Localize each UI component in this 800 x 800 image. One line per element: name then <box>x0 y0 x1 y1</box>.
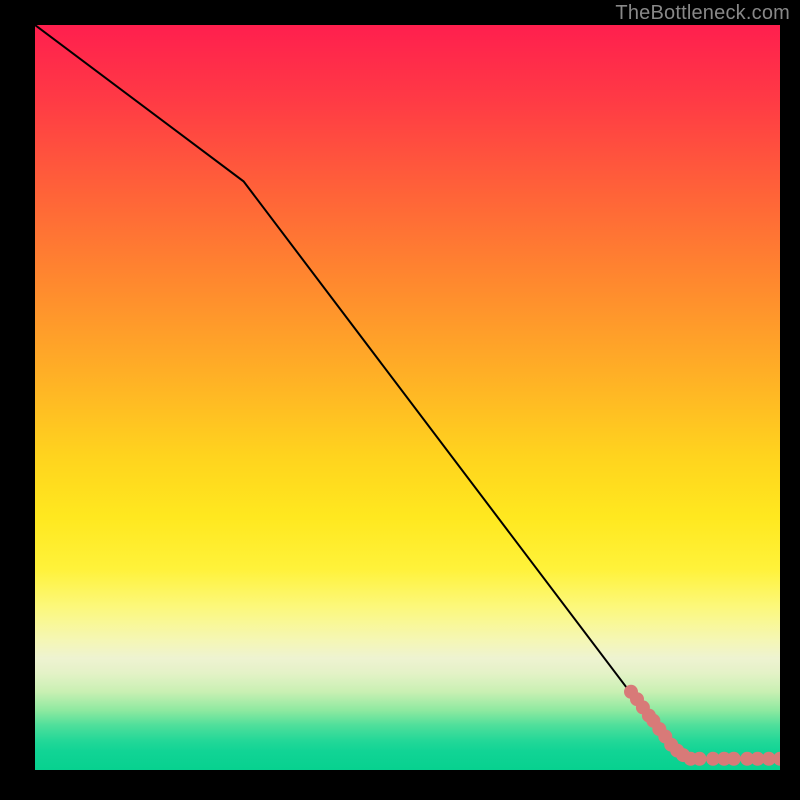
scatter-point <box>773 752 780 766</box>
watermark-text: TheBottleneck.com <box>615 2 790 25</box>
scatter-points <box>624 685 780 766</box>
chart-stage: TheBottleneck.com <box>0 0 800 800</box>
plot-area <box>35 25 780 770</box>
scatter-point <box>727 752 741 766</box>
main-curve <box>35 25 780 759</box>
scatter-point <box>693 752 707 766</box>
chart-overlay <box>35 25 780 770</box>
